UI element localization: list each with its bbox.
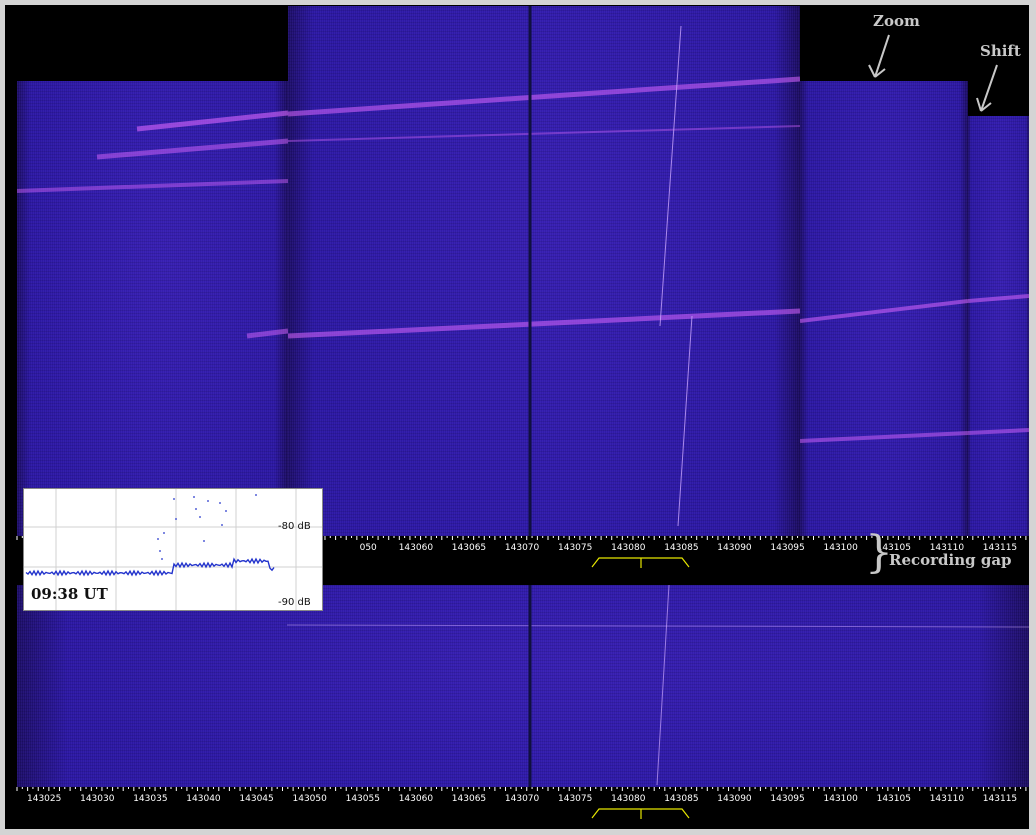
tick-label: 143100 [824, 543, 859, 553]
lower-axis-graphic: 143025 143030 143035 143040 143045 143050 1430… [16, 787, 1027, 819]
tick-label: 143060 [399, 794, 434, 804]
tick-label: 143075 [558, 794, 592, 804]
tick-label: 143085 [664, 794, 698, 804]
scatter-point [195, 508, 197, 510]
tick-label: 143110 [930, 794, 965, 804]
shift-label: Shift [980, 42, 1021, 60]
scatter-point [219, 502, 221, 504]
upper-waterfall-left [17, 81, 288, 536]
tick-label: 143025 [27, 794, 61, 804]
upper-waterfall-center [288, 6, 800, 536]
tick-label: 143095 [770, 543, 804, 553]
tick-label: 050 [360, 543, 377, 553]
tick-label: 143045 [239, 794, 273, 804]
scatter-point [161, 558, 163, 560]
zoom-arrow-icon [868, 34, 890, 78]
passband-marker [591, 557, 690, 568]
recording-gap-label: Recording gap [889, 551, 1012, 569]
tick-label: 143085 [664, 543, 698, 553]
scatter-point [163, 532, 165, 534]
lower-waterfall [17, 585, 1029, 787]
tick-label: 143090 [717, 543, 752, 553]
shift-arrow-icon [976, 64, 998, 112]
scatter-point [157, 538, 159, 540]
tick-label: 143030 [80, 794, 115, 804]
time-label: 09:38 UT [31, 585, 108, 603]
scatter-point [193, 496, 195, 498]
tick-label: 143070 [505, 543, 540, 553]
tick-label: 143080 [611, 543, 646, 553]
tick-label: 143055 [346, 794, 380, 804]
scatter-point [199, 516, 201, 518]
tick-label: 143065 [452, 543, 486, 553]
scatter-point [225, 510, 227, 512]
upper-waterfall-right [800, 81, 968, 536]
upper-waterfall-shifted [968, 116, 1029, 536]
tick-label: 143105 [877, 794, 911, 804]
db-bottom-label: -90 dB [278, 597, 311, 608]
tick-label: 143060 [399, 543, 434, 553]
tick-label: 143090 [717, 794, 752, 804]
tick-label: 143070 [505, 794, 540, 804]
scatter-point [207, 500, 209, 502]
scatter-point [221, 524, 223, 526]
tick-label: 143095 [770, 794, 804, 804]
tick-label: 143035 [133, 794, 167, 804]
tick-label: 143075 [558, 543, 592, 553]
passband-marker [591, 808, 690, 819]
tick-label: 143065 [452, 794, 486, 804]
scatter-point [203, 540, 205, 542]
lower-frequency-axis: 143025 143030 143035 143040 143045 143050 1430… [5, 787, 1029, 829]
scatter-point [159, 550, 161, 552]
zoom-label: Zoom [873, 12, 920, 30]
tick-label: 143100 [824, 794, 859, 804]
scatter-point [175, 518, 177, 520]
tick-label: 143080 [611, 794, 646, 804]
spectrum-inset: -80 dB -90 dB 09:38 UT [23, 488, 323, 611]
db-top-label: -80 dB [278, 521, 311, 532]
scatter-point [173, 498, 175, 500]
tick-label: 143050 [293, 794, 328, 804]
tick-label: 143040 [186, 794, 221, 804]
tick-label: 143115 [983, 794, 1017, 804]
scatter-point [255, 494, 257, 496]
image-frame: 050 143060 143065 143070 143075 143080 143085 1… [5, 5, 1029, 829]
